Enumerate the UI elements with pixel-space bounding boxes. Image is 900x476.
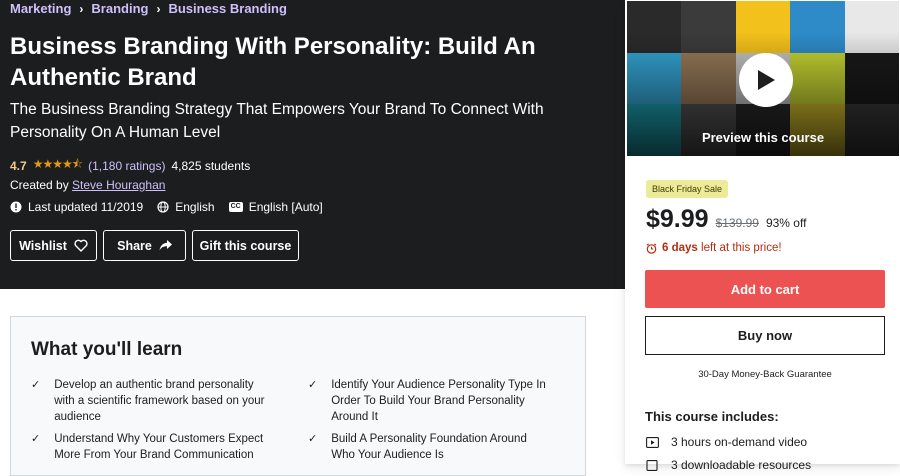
breadcrumb: Marketing › Branding › Business Branding [10,1,287,16]
timer-text: left at this price! [701,242,782,254]
learn-item-text: Build A Personality Foundation Around Wh… [331,433,527,461]
sale-timer: 6 days left at this price! [646,242,782,254]
ratings-count-link[interactable]: (1,180 ratings) [88,159,165,173]
course-preview[interactable]: Preview this course [626,0,900,157]
gift-course-button[interactable]: Gift this course [192,230,299,261]
wishlist-button[interactable]: Wishlist [10,230,97,261]
breadcrumb-branding[interactable]: Branding [91,1,148,16]
action-buttons: Wishlist Share Gift this course [10,230,299,261]
learn-item-text: Develop an authentic brand personality w… [54,379,265,423]
original-price: $139.99 [715,216,759,230]
chevron-right-icon: › [79,1,84,16]
include-item: 3 downloadable resources [646,458,811,472]
created-by: Created by Steve Houraghan [10,178,165,192]
alarm-icon [646,242,657,254]
price-row: $9.99 $139.99 93% off [646,205,806,234]
course-title: Business Branding With Personality: Buil… [10,33,536,91]
instructor-link[interactable]: Steve Houraghan [72,178,165,192]
last-updated: Last updated 11/2019 [10,200,143,214]
learn-item: ✓ Understand Why Your Customers Expect M… [31,431,271,463]
discount-percent: 93% off [765,216,807,230]
captions-text: English [Auto] [248,200,323,214]
globe-icon [157,201,169,213]
file-icon [646,459,658,471]
cc-icon: CC [228,202,243,212]
sale-badge: Black Friday Sale [646,180,729,198]
breadcrumb-business-branding[interactable]: Business Branding [168,1,286,16]
play-button[interactable] [739,53,793,107]
breadcrumb-marketing[interactable]: Marketing [10,1,71,16]
course-subtitle: The Business Branding Strategy That Empo… [10,101,544,141]
play-icon [758,70,775,90]
captions: CC English [Auto] [228,200,323,214]
share-arrow-icon [159,240,172,251]
what-you-will-learn: What you'll learn ✓ Develop an authentic… [10,316,586,476]
language: English [157,200,215,214]
include-item: 3 hours on-demand video [646,435,807,449]
last-updated-text: Last updated 11/2019 [28,200,144,214]
check-icon: ✓ [308,379,318,391]
preview-label: Preview this course [701,130,825,145]
check-icon: ✓ [31,433,41,445]
students-count: 4,825 students [171,158,251,173]
check-icon: ✓ [308,433,318,445]
learn-item: ✓ Identify Your Audience Personality Typ… [308,377,548,425]
current-price: $9.99 [646,205,709,233]
gift-label: Gift this course [199,238,292,253]
money-back-guarantee: 30-Day Money-Back Guarantee [698,369,832,380]
learn-heading: What you'll learn [31,339,183,360]
learn-item-text: Understand Why Your Customers Expect Mor… [54,433,264,461]
add-to-cart-button[interactable]: Add to cart [645,270,885,308]
video-icon [646,436,659,448]
share-label: Share [117,238,152,253]
learn-item-text: Identify Your Audience Personality Type … [331,379,546,423]
buy-now-button[interactable]: Buy now [645,316,885,355]
timer-days: 6 days [662,242,698,254]
include-item-text: 3 downloadable resources [671,458,812,472]
share-button[interactable]: Share [103,230,186,261]
wishlist-label: Wishlist [19,238,67,253]
alert-icon [10,201,22,213]
learn-item: ✓ Develop an authentic brand personality… [31,377,271,425]
learn-item: ✓ Build A Personality Foundation Around … [308,431,548,463]
check-icon: ✓ [31,379,41,391]
course-meta: Last updated 11/2019 English CC English … [10,200,323,214]
rating-row: 4.7 ★★★★⯪ (1,180 ratings) 4,825 students [10,155,250,176]
includes-title: This course includes: [645,409,779,424]
star-icon: ★★★★⯪ [32,157,83,171]
created-by-label: Created by [10,178,69,192]
heart-icon [74,239,88,252]
include-item-text: 3 hours on-demand video [671,435,808,449]
rating-number: 4.7 [10,158,27,173]
chevron-right-icon: › [156,1,161,16]
language-text: English [175,200,215,214]
